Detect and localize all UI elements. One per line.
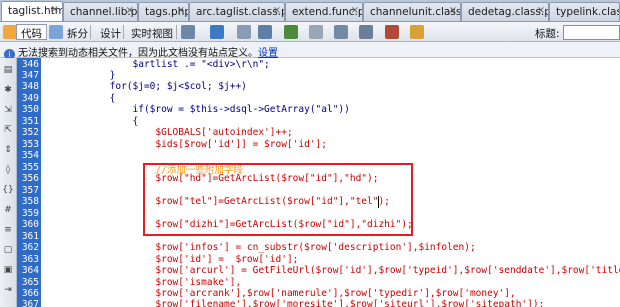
code-line[interactable]: { — [41, 93, 116, 104]
document-toolbar: 代码 拆分 设计 实时视图 标题: — [0, 22, 620, 42]
code-line[interactable]: { — [41, 116, 139, 127]
code-line[interactable]: $row['ismake'], — [41, 277, 241, 288]
expand-all-icon[interactable]: ⇕ — [2, 144, 14, 156]
tab-dedetag-class-php[interactable]: dedetag.class.php × — [461, 2, 549, 21]
line-number: 346 — [21, 59, 39, 70]
line-number: 359 — [21, 208, 39, 219]
line-number: 357 — [21, 185, 39, 196]
view-options-icon[interactable] — [334, 25, 348, 39]
inspect-icon[interactable] — [181, 25, 195, 39]
line-number: 353 — [21, 139, 39, 150]
split-view-button[interactable]: 拆分 — [62, 24, 93, 40]
title-label: 标题: — [535, 28, 560, 40]
collapse-selection-icon[interactable]: ⇱ — [2, 124, 14, 136]
refresh-icon[interactable] — [309, 25, 323, 39]
text-cursor — [378, 196, 379, 208]
remove-comment-icon[interactable]: ▣ — [2, 264, 14, 276]
indent-code-icon[interactable]: ⇥ — [2, 284, 14, 296]
code-line[interactable]: $row['arcurl'] = GetFileUrl($row['id'],$… — [41, 265, 620, 276]
highlight-invalid-code-icon[interactable]: ≡ — [2, 224, 14, 236]
collapse-full-tag-icon[interactable]: ⇲ — [2, 104, 14, 116]
toolbar-divider — [46, 25, 47, 39]
line-number: 355 — [21, 162, 39, 173]
tab-taglist-htm[interactable]: taglist.htm* × — [1, 1, 63, 21]
close-icon[interactable]: × — [351, 5, 359, 16]
close-icon[interactable]: × — [449, 5, 457, 16]
line-number: 360 — [21, 219, 39, 230]
line-number: 354 — [21, 150, 39, 161]
line-number: 362 — [21, 242, 39, 253]
code-line[interactable]: $row['infos'] = cn_substr($row['descript… — [41, 242, 475, 253]
info-bar: i 无法搜索到动态相关文件，因为此文档没有站点定义。设置 — [0, 42, 620, 60]
line-number-gutter: 346 347 348 349 350 351 352 353 354 355 … — [17, 58, 41, 307]
toolbar-divider — [176, 25, 177, 39]
close-icon[interactable]: × — [126, 5, 134, 16]
code-view-button[interactable]: 代码 — [16, 24, 47, 40]
code-line[interactable]: $row['arcrank'],$row['namerule'],$row['t… — [41, 288, 515, 299]
line-number: 358 — [21, 196, 39, 207]
line-number: 348 — [21, 81, 39, 92]
close-icon[interactable]: × — [177, 5, 185, 16]
apply-comment-icon[interactable]: ▢ — [2, 244, 14, 256]
code-editor[interactable]: $artlist .= "<div>\r\n"; } for($j=0; $j<… — [41, 58, 620, 307]
tab-extend-func-php[interactable]: extend.func.php × — [285, 2, 363, 21]
coding-toolbar: ▤ ✱ ⇲ ⇱ ⇕ ◊ {} # ≡ ▢ ▣ ⇥ — [0, 58, 17, 307]
line-number: 367 — [21, 299, 39, 307]
close-icon[interactable]: × — [273, 5, 281, 16]
title-input[interactable] — [563, 25, 620, 40]
line-number: 350 — [21, 104, 39, 115]
code-line[interactable]: } — [41, 70, 116, 81]
toolbar-divider — [90, 25, 91, 39]
code-view-icon — [3, 25, 17, 39]
open-documents-icon[interactable]: ▤ — [2, 64, 14, 76]
annotation-highlight-box — [143, 163, 413, 236]
live-view-button[interactable]: 实时视图 — [126, 24, 178, 40]
visual-aids-icon[interactable] — [359, 25, 373, 39]
validate-markup-icon[interactable] — [385, 25, 399, 39]
live-code-icon[interactable] — [210, 25, 224, 39]
tab-channel-lib-php[interactable]: channel.lib.php × — [63, 2, 138, 21]
line-number: 361 — [21, 231, 39, 242]
code-line[interactable]: $ids[$row['id']] = $row['id']; — [41, 139, 327, 150]
code-line[interactable]: $GLOBALS['autoindex']++; — [41, 127, 292, 138]
tab-tags-php[interactable]: tags.php × — [138, 2, 189, 21]
globe-icon[interactable] — [284, 25, 298, 39]
show-code-navigator-icon[interactable]: ✱ — [2, 84, 14, 96]
code-line[interactable]: $artlist .= "<div>\r\n"; — [41, 59, 270, 70]
line-number: 347 — [21, 70, 39, 81]
tab-label: typelink.class.php — [556, 6, 620, 18]
line-number: 364 — [21, 265, 39, 276]
file-management-icon[interactable] — [258, 25, 272, 39]
line-number: 352 — [21, 127, 39, 138]
tab-arc-taglist-class-php[interactable]: arc.taglist.class.php × — [189, 2, 285, 21]
toolbar-divider — [123, 25, 124, 39]
tab-label: channelunit.class.php — [370, 6, 461, 18]
select-parent-tag-icon[interactable]: ◊ — [2, 164, 14, 176]
line-number: 356 — [21, 173, 39, 184]
check-compatibility-icon[interactable] — [410, 25, 424, 39]
design-view-button[interactable]: 设计 — [95, 24, 126, 40]
line-number: 349 — [21, 93, 39, 104]
line-number: 363 — [21, 254, 39, 265]
code-line[interactable]: $row['filename'],$row['moresite'],$row['… — [41, 299, 544, 307]
code-line[interactable]: if($row = $this->dsql->GetArray("al")) — [41, 104, 350, 115]
close-icon[interactable]: × — [537, 5, 545, 16]
browser-preview-icon[interactable] — [237, 25, 251, 39]
line-numbers-icon[interactable]: # — [2, 204, 14, 216]
close-icon[interactable]: × — [51, 4, 59, 15]
tab-typelink-class-php[interactable]: typelink.class.php — [549, 2, 620, 21]
code-line[interactable]: $row['id'] = $row['id']; — [41, 254, 298, 265]
line-number: 351 — [21, 116, 39, 127]
balance-braces-icon[interactable]: {} — [2, 184, 14, 196]
split-view-icon — [49, 25, 63, 39]
line-number: 365 — [21, 277, 39, 288]
document-tab-bar: taglist.htm* × channel.lib.php × tags.ph… — [0, 0, 620, 22]
code-line[interactable]: for($j=0; $j<$col; $j++) — [41, 81, 247, 92]
line-number: 366 — [21, 288, 39, 299]
tab-channelunit-class-php[interactable]: channelunit.class.php × — [363, 2, 461, 21]
